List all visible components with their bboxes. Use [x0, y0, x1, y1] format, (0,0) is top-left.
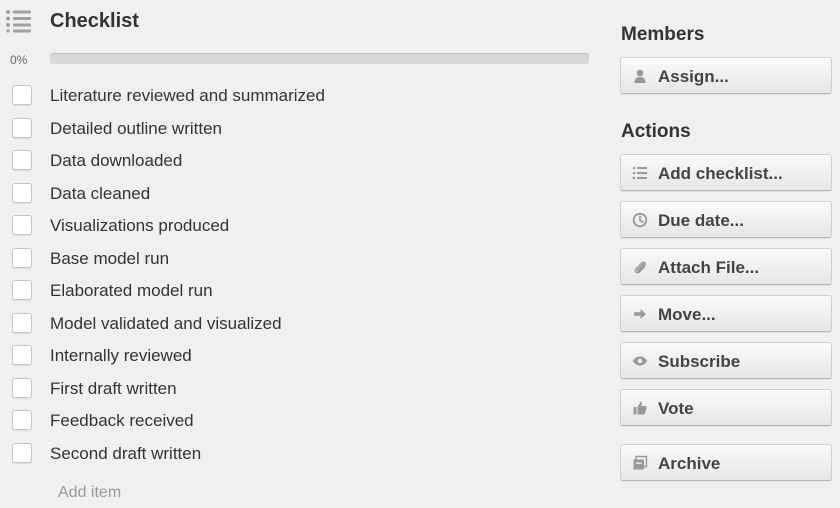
person-icon	[634, 69, 646, 83]
item-checkbox[interactable]	[12, 85, 32, 105]
checklist-item[interactable]: Second draft written	[0, 438, 600, 471]
checklist-item[interactable]: Data downloaded	[0, 145, 600, 178]
progress-bar	[50, 53, 589, 64]
item-checkbox[interactable]	[12, 215, 32, 235]
archive-label: Archive	[658, 454, 721, 473]
checklist-icon	[632, 166, 647, 180]
checklist-icon	[6, 10, 31, 33]
due-date-label: Due date...	[658, 211, 744, 230]
item-label[interactable]: First draft written	[50, 379, 177, 399]
checklist-items: Literature reviewed and summarized Detai…	[0, 80, 600, 470]
arrow-right-icon	[634, 309, 646, 319]
add-checklist-label: Add checklist...	[658, 164, 783, 183]
archive-button[interactable]: Archive	[620, 444, 832, 481]
eye-icon	[633, 356, 647, 366]
attach-file-label: Attach File...	[658, 258, 760, 277]
checklist-item[interactable]: Detailed outline written	[0, 113, 600, 146]
item-checkbox[interactable]	[12, 312, 32, 333]
checklist-item[interactable]: First draft written	[0, 373, 600, 406]
item-checkbox[interactable]	[12, 410, 32, 430]
item-checkbox[interactable]	[12, 377, 32, 398]
due-date-button[interactable]: Due date...	[620, 201, 832, 238]
progress-percent: 0%	[10, 53, 28, 67]
subscribe-button[interactable]: Subscribe	[620, 342, 832, 379]
move-label: Move...	[658, 305, 716, 324]
attach-file-button[interactable]: Attach File...	[620, 248, 832, 285]
checklist-item[interactable]: Literature reviewed and summarized	[0, 80, 600, 113]
item-checkbox[interactable]	[12, 280, 32, 300]
assign-button[interactable]: Assign...	[620, 57, 832, 94]
item-checkbox[interactable]	[12, 117, 32, 138]
vote-label: Vote	[658, 399, 694, 418]
actions-heading: Actions	[621, 121, 691, 142]
thumbs-up-icon	[633, 401, 647, 415]
item-label[interactable]: Elaborated model run	[50, 281, 213, 301]
members-heading: Members	[621, 24, 705, 45]
checklist-item[interactable]: Elaborated model run	[0, 275, 600, 308]
item-label[interactable]: Model validated and visualized	[50, 314, 282, 334]
checklist-item[interactable]: Visualizations produced	[0, 210, 600, 243]
checklist-item[interactable]: Base model run	[0, 243, 600, 276]
item-label[interactable]: Data downloaded	[50, 151, 182, 171]
checklist-item[interactable]: Feedback received	[0, 405, 600, 438]
card-detail: Checklist 0% Literature reviewed and sum…	[0, 0, 840, 508]
item-label[interactable]: Feedback received	[50, 411, 194, 431]
subscribe-label: Subscribe	[658, 352, 741, 371]
item-checkbox[interactable]	[12, 150, 32, 170]
checklist-item[interactable]: Internally reviewed	[0, 340, 600, 373]
clock-icon	[632, 212, 648, 228]
paperclip-icon	[634, 261, 646, 274]
checklist-item[interactable]: Data cleaned	[0, 178, 600, 211]
checklist-title[interactable]: Checklist	[50, 10, 139, 33]
checklist-section: Checklist 0% Literature reviewed and sum…	[0, 0, 600, 508]
item-checkbox[interactable]	[12, 345, 32, 365]
item-label[interactable]: Base model run	[50, 249, 169, 269]
item-label[interactable]: Data cleaned	[50, 184, 150, 204]
item-checkbox[interactable]	[12, 247, 32, 268]
add-item-link[interactable]: Add item	[58, 484, 121, 502]
item-label[interactable]: Internally reviewed	[50, 346, 192, 366]
item-label[interactable]: Detailed outline written	[50, 119, 222, 139]
item-label[interactable]: Literature reviewed and summarized	[50, 86, 325, 106]
item-checkbox[interactable]	[12, 442, 32, 463]
add-checklist-button[interactable]: Add checklist...	[620, 154, 832, 191]
archive-icon	[633, 455, 648, 470]
checklist-item[interactable]: Model validated and visualized	[0, 308, 600, 341]
vote-button[interactable]: Vote	[620, 389, 832, 426]
item-label[interactable]: Visualizations produced	[50, 216, 229, 236]
item-label[interactable]: Second draft written	[50, 444, 201, 464]
move-button[interactable]: Move...	[620, 295, 832, 332]
assign-button-label: Assign...	[658, 67, 729, 86]
item-checkbox[interactable]	[12, 182, 32, 203]
